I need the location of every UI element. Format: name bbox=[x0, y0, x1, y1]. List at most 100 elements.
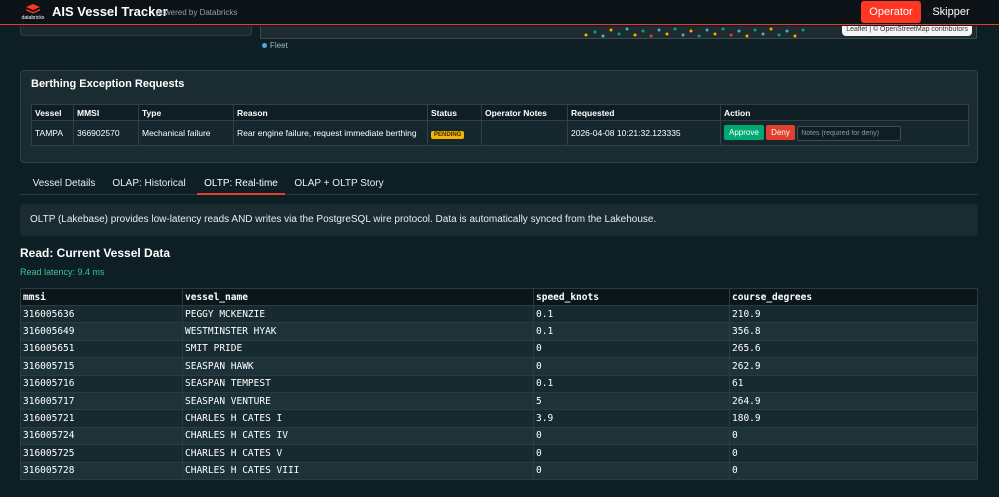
column-header: Operator Notes bbox=[481, 104, 568, 121]
deny-notes-input[interactable] bbox=[797, 126, 902, 141]
reason-cell: Rear engine failure, request immediate b… bbox=[233, 120, 428, 146]
mmsi-cell: 366902570 bbox=[73, 120, 139, 146]
tab-oltp-realtime[interactable]: OLTP: Real-time bbox=[197, 173, 285, 195]
course-cell: 262.9 bbox=[729, 357, 978, 376]
mmsi-cell: 316005725 bbox=[20, 444, 183, 463]
vessel-name-cell: CHARLES H CATES VIII bbox=[182, 461, 534, 480]
vessel-name-cell: SMIT PRIDE bbox=[182, 339, 534, 359]
powered-by-label: powered by Databricks bbox=[156, 8, 238, 17]
fleet-label: Fleet bbox=[270, 41, 288, 50]
vessel-name-cell: SEASPAN TEMPEST bbox=[182, 374, 534, 393]
vessel-name-cell: SEASPAN HAWK bbox=[182, 357, 534, 376]
table-row: 316005728 CHARLES H CATES VIII 0 0 bbox=[20, 461, 978, 480]
approve-button[interactable]: Approve bbox=[724, 125, 764, 140]
mmsi-cell: 316005724 bbox=[20, 426, 183, 446]
column-header: course_degrees bbox=[729, 288, 978, 306]
mmsi-cell: 316005721 bbox=[20, 409, 183, 428]
vessel-data-table: mmsi vessel_name speed_knots course_degr… bbox=[20, 288, 978, 480]
table-header-row: mmsi vessel_name speed_knots course_degr… bbox=[20, 288, 978, 306]
mmsi-cell: 316005649 bbox=[20, 322, 183, 341]
column-header: Reason bbox=[233, 104, 428, 121]
tab-olap-historical[interactable]: OLAP: Historical bbox=[108, 173, 190, 195]
speed-cell: 3.9 bbox=[533, 409, 730, 428]
column-header: speed_knots bbox=[533, 288, 730, 306]
tab-olap-oltp-story[interactable]: OLAP + OLTP Story bbox=[291, 173, 387, 195]
vessel-name-cell: CHARLES H CATES IV bbox=[182, 426, 534, 446]
vessel-cell: TAMPA bbox=[31, 120, 74, 146]
mmsi-cell: 316005716 bbox=[20, 374, 183, 393]
read-latency: Read latency: 9.4 ms bbox=[20, 267, 105, 277]
map-legend-fleet: Fleet bbox=[262, 41, 288, 50]
table-header-row: Vessel MMSI Type Reason Status Operator … bbox=[31, 104, 969, 121]
vessel-summary-card bbox=[20, 26, 252, 36]
table-row: 316005717 SEASPAN VENTURE 5 264.9 bbox=[20, 391, 978, 411]
speed-cell: 0.1 bbox=[533, 322, 730, 341]
status-badge: PENDING bbox=[431, 130, 465, 139]
vessel-name-cell: SEASPAN VENTURE bbox=[182, 391, 534, 411]
table-row: 316005725 CHARLES H CATES V00 bbox=[20, 444, 978, 463]
speed-cell: 0 bbox=[533, 461, 730, 480]
course-cell: 265.6 bbox=[729, 339, 978, 359]
top-bar: databricks AIS Vessel Tracker powered by… bbox=[0, 0, 999, 25]
berthing-exception-panel: Berthing Exception Requests Vessel MMSI … bbox=[20, 70, 978, 163]
table-row: 316005724 CHARLES H CATES IV 0 0 bbox=[20, 426, 978, 446]
databricks-logo: databricks bbox=[20, 4, 46, 22]
column-header: Requested bbox=[567, 104, 721, 121]
table-row: 316005715 SEASPAN HAWK 0 262.9 bbox=[20, 357, 978, 376]
speed-cell: 0 bbox=[533, 426, 730, 446]
vessel-position-markers bbox=[584, 27, 805, 38]
mmsi-cell: 316005717 bbox=[20, 391, 183, 411]
course-cell: 0 bbox=[729, 461, 978, 480]
deny-button[interactable]: Deny bbox=[766, 125, 795, 140]
panel-title: Berthing Exception Requests bbox=[31, 78, 185, 90]
status-cell: PENDING bbox=[427, 120, 482, 146]
table-row: 316005721 CHARLES H CATES I 3.9 180.9 bbox=[20, 409, 978, 428]
app-title: AIS Vessel Tracker bbox=[52, 4, 168, 19]
speed-cell: 0 bbox=[533, 339, 730, 359]
column-header: Vessel bbox=[31, 104, 74, 121]
requested-cell: 2026-04-08 10:21:32.123335 bbox=[567, 120, 721, 146]
vessel-name-cell: PEGGY MCKENZIE bbox=[182, 304, 534, 324]
table-row: TAMPA 366902570 Mechanical failure Rear … bbox=[31, 120, 969, 146]
type-cell: Mechanical failure bbox=[138, 120, 234, 146]
fleet-dot-icon bbox=[262, 43, 267, 49]
logo-text: databricks bbox=[21, 15, 45, 21]
operator-button[interactable]: Operator bbox=[861, 1, 921, 23]
mmsi-cell: 316005651 bbox=[20, 339, 183, 359]
course-cell: 210.9 bbox=[729, 304, 978, 324]
tab-vessel-details[interactable]: Vessel Details bbox=[26, 173, 102, 195]
table-row: 316005651 SMIT PRIDE 0 265.6 bbox=[20, 339, 978, 359]
speed-cell: 0.1 bbox=[533, 374, 730, 393]
table-row: 316005649 WESTMINSTER HYAK 0.1 356.8 bbox=[20, 322, 978, 341]
column-header: mmsi bbox=[20, 288, 183, 306]
mmsi-cell: 316005715 bbox=[20, 357, 183, 376]
course-cell: 356.8 bbox=[729, 322, 978, 341]
speed-cell: 0 bbox=[533, 357, 730, 376]
table-row: 316005716 SEASPAN TEMPEST 0.1 61 bbox=[20, 374, 978, 393]
vessel-name-cell: WESTMINSTER HYAK bbox=[182, 322, 534, 341]
table-row: 316005636 PEGGY MCKENZIE 0.1 210.9 bbox=[20, 304, 978, 324]
column-header: Action bbox=[720, 104, 969, 121]
speed-cell: 0 bbox=[533, 444, 730, 463]
course-cell: 0 bbox=[729, 444, 978, 463]
skipper-button[interactable]: Skipper bbox=[925, 1, 977, 23]
mmsi-cell: 316005728 bbox=[20, 461, 183, 480]
column-header: Type bbox=[138, 104, 234, 121]
course-cell: 264.9 bbox=[729, 391, 978, 411]
course-cell: 180.9 bbox=[729, 409, 978, 428]
vessel-name-cell: CHARLES H CATES I bbox=[182, 409, 534, 428]
course-cell: 61 bbox=[729, 374, 978, 393]
column-header: vessel_name bbox=[182, 288, 534, 306]
vessel-name-cell: CHARLES H CATES V bbox=[182, 444, 534, 463]
action-cell: Approve Deny bbox=[720, 120, 969, 146]
detail-tabs: Vessel Details OLAP: Historical OLTP: Re… bbox=[20, 173, 978, 195]
databricks-icon bbox=[26, 4, 40, 14]
map-attribution[interactable]: Leaflet | © OpenStreetMap contributors bbox=[842, 26, 972, 36]
mmsi-cell: 316005636 bbox=[20, 304, 183, 324]
speed-cell: 5 bbox=[533, 391, 730, 411]
vessel-map[interactable]: Leaflet | © OpenStreetMap contributors bbox=[260, 26, 977, 39]
read-section-title: Read: Current Vessel Data bbox=[20, 246, 171, 260]
column-header: MMSI bbox=[73, 104, 139, 121]
berthing-table: Vessel MMSI Type Reason Status Operator … bbox=[31, 104, 969, 146]
operator-notes-cell bbox=[481, 120, 568, 146]
